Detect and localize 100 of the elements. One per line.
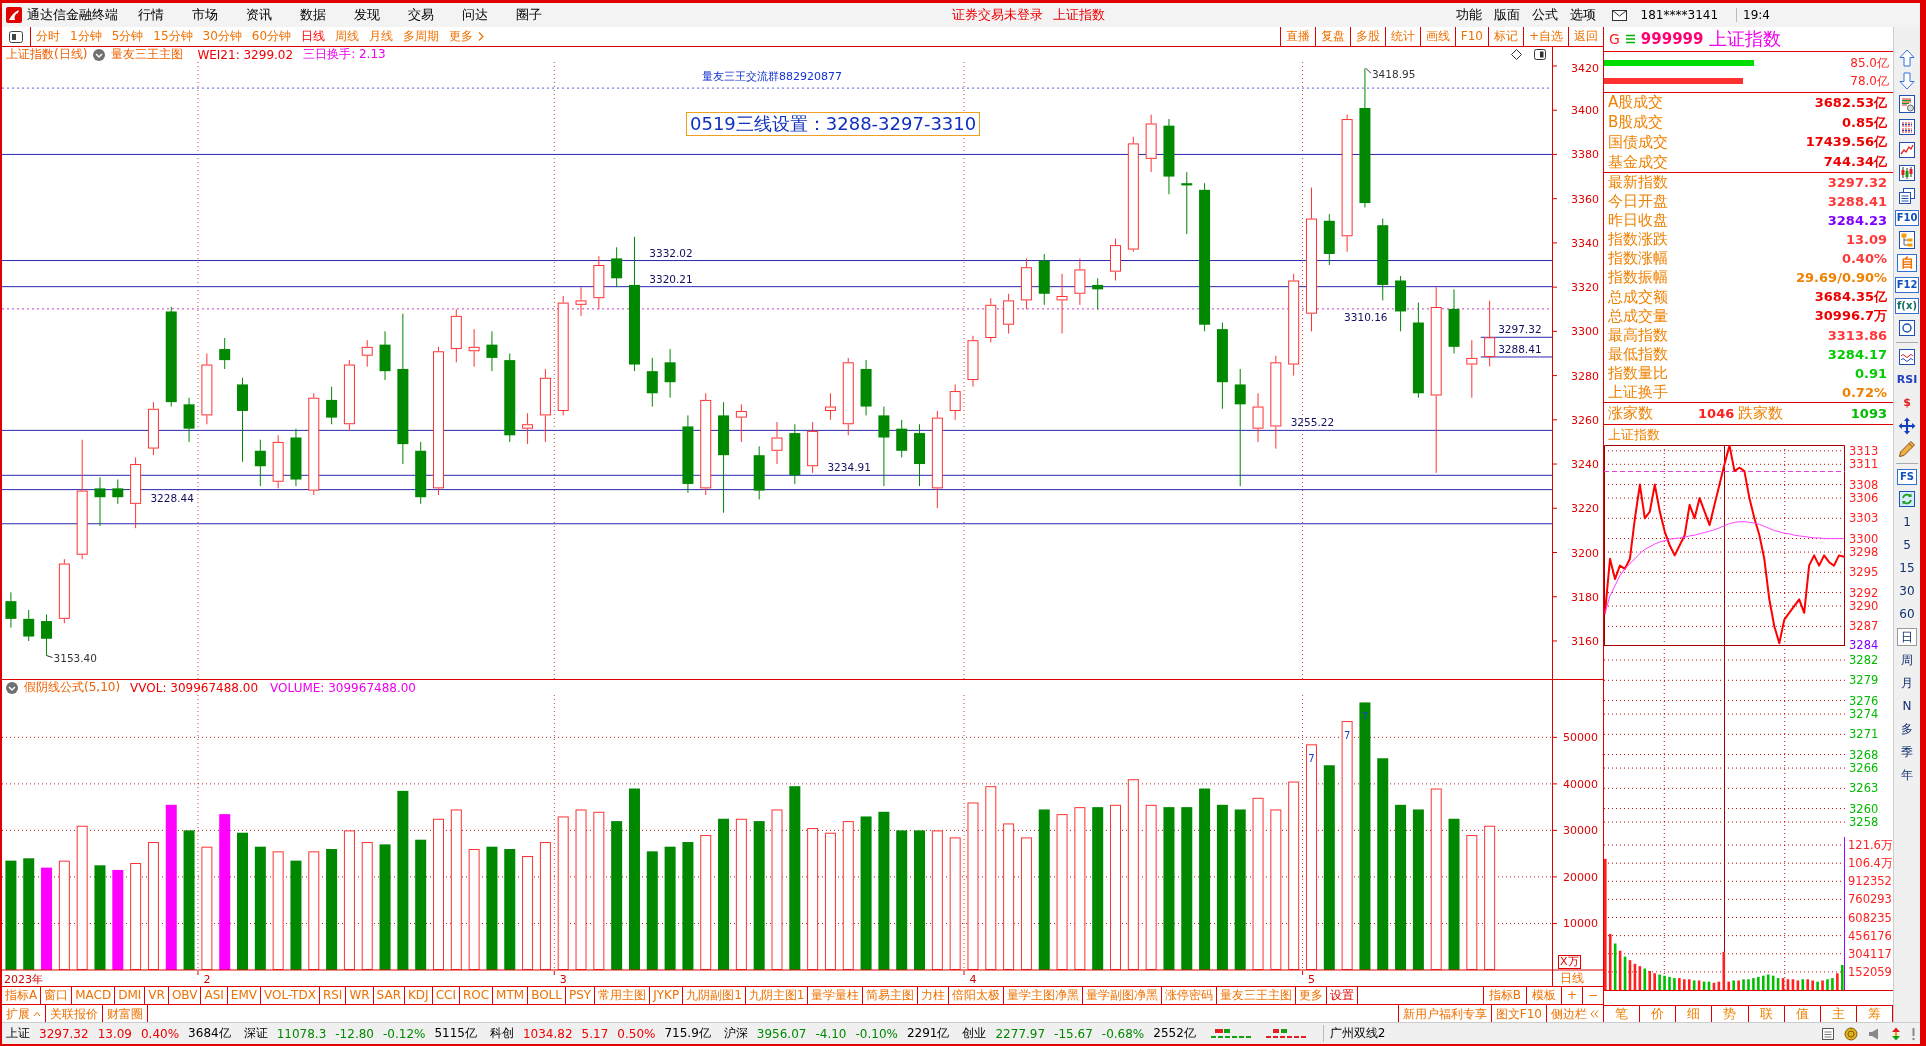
index-change: -15.67 — [1054, 1026, 1093, 1041]
axis-label: 3282 — [1849, 653, 1879, 668]
security-name: 上证指数 — [1709, 27, 1782, 51]
axis-label: 3303 — [1849, 511, 1879, 526]
axis-label: 3340 — [1571, 236, 1599, 250]
stat-value: 17439.56亿 — [1805, 133, 1887, 152]
app-title: 通达信金融终端 — [27, 6, 118, 24]
date-label: 3 — [559, 973, 567, 986]
price-label: 3332.02 — [649, 246, 693, 259]
stat-value: 3297.32 — [1827, 175, 1887, 191]
login-status: 证券交易未登录 — [951, 6, 1043, 24]
axis-label: 3274 — [1849, 707, 1879, 722]
axis-label: 3276 — [1849, 693, 1879, 708]
stat-label: 总成交量 — [1608, 306, 1668, 326]
axis-label: 3260 — [1571, 413, 1599, 427]
stat-value: 3684.35亿 — [1814, 288, 1887, 306]
turnover-amount: 2291亿 — [906, 1025, 950, 1042]
index-price: 3297.32 — [39, 1026, 89, 1041]
chart-title: 上证指数 — [1608, 426, 1660, 444]
axis-label: 3300 — [1571, 325, 1599, 339]
axis-label: 20000 — [1563, 870, 1598, 884]
index-change: 13.09 — [97, 1026, 132, 1041]
market-marker: G — [1609, 31, 1620, 47]
axis-label: 3258 — [1849, 815, 1879, 830]
axis-label: 760293 — [1848, 892, 1892, 907]
turnover-amount: 2552亿 — [1153, 1025, 1196, 1042]
axis-label: 3200 — [1571, 546, 1599, 560]
indicator-value: VOLUME: 309967488.00 — [270, 680, 416, 695]
index-name: 科创 — [489, 1025, 514, 1042]
axis-label: 152059 — [1848, 964, 1892, 979]
stat-label: 指数涨幅 — [1608, 249, 1668, 269]
index-price: 3956.07 — [756, 1026, 807, 1041]
stat-value: 3682.53亿 — [1814, 93, 1887, 112]
turnover-amount: 3684亿 — [188, 1025, 231, 1042]
stat-label: B股成交 — [1608, 113, 1664, 133]
axis-label: 3360 — [1571, 192, 1599, 206]
price-label: 3255.22 — [1290, 416, 1335, 429]
stat-value: 744.34亿 — [1823, 153, 1887, 172]
index-change: 5.17 — [581, 1026, 609, 1041]
date-label: 2 — [203, 973, 211, 986]
stat-value: 0.85亿 — [1841, 113, 1887, 132]
bar-mark: 7 — [1361, 711, 1369, 723]
date-label: 4 — [969, 973, 977, 986]
price-label: 3297.32 — [1498, 323, 1542, 336]
turnover-amount: 5115亿 — [434, 1025, 477, 1042]
axis-label: 40000 — [1563, 777, 1598, 791]
stat-value: 13.09 — [1845, 232, 1887, 248]
stat-value: 0.40% — [1841, 251, 1887, 267]
stat-label: 指数振幅 — [1608, 268, 1668, 288]
chart-title: 上证指数(日线) — [6, 46, 88, 63]
index-percent: 0.50% — [617, 1026, 656, 1041]
indicator-value: 三日换手: 2.13 — [303, 46, 386, 63]
bar-mark: 7 — [1343, 730, 1351, 742]
index-price: 11078.3 — [276, 1026, 327, 1041]
price-label: 3310.16 — [1344, 310, 1388, 323]
stat-label: 最高指数 — [1608, 325, 1668, 345]
stat-value: 1046 — [1698, 406, 1735, 421]
stat-label: 上证换手 — [1608, 382, 1668, 402]
index-percent: -0.68% — [1101, 1026, 1145, 1041]
stat-value: 1093 — [1850, 406, 1887, 421]
price-label: 3320.21 — [649, 272, 693, 285]
price-label: 3153.40 — [46, 651, 97, 664]
unit-label: X万 — [1558, 955, 1581, 969]
price-label: 3288.41 — [1498, 343, 1542, 355]
bar-value: 78.0亿 — [1850, 73, 1889, 89]
stat-label: 基金成交 — [1608, 152, 1668, 172]
stat-value: 0.91 — [1854, 365, 1887, 381]
axis-label: 3240 — [1571, 458, 1599, 472]
stat-value: 3284.23 — [1827, 213, 1887, 229]
stat-label: 国债成交 — [1608, 132, 1668, 152]
index-percent: -0.12% — [382, 1026, 426, 1041]
axis-label: 912352 — [1848, 874, 1892, 889]
period-label: 日线 — [1560, 972, 1584, 985]
price-label: 3228.44 — [150, 491, 194, 504]
stat-label: 今日开盘 — [1608, 192, 1668, 212]
stat-label: 总成交额 — [1608, 287, 1668, 307]
axis-label: 121.6万 — [1848, 838, 1892, 853]
axis-label: 3313 — [1849, 445, 1879, 458]
stat-label: 最新指数 — [1608, 173, 1668, 193]
stat-value: 0.72% — [1841, 384, 1887, 400]
axis-label: 3308 — [1849, 477, 1879, 492]
axis-label: 3290 — [1849, 599, 1879, 614]
axis-label: 3400 — [1571, 104, 1599, 118]
axis-label: 3260 — [1849, 801, 1879, 816]
axis-label: 3160 — [1571, 634, 1599, 648]
axis-label: 608235 — [1848, 910, 1892, 925]
axis-label: 304117 — [1848, 946, 1892, 961]
axis-label: 3292 — [1849, 585, 1879, 600]
axis-label: 3380 — [1571, 148, 1599, 162]
security-code: 999999 — [1640, 30, 1704, 48]
axis-label: 50000 — [1563, 731, 1598, 745]
index-price: 1034.82 — [522, 1026, 573, 1041]
stat-value: 29.69/0.90% — [1796, 270, 1887, 286]
index-name: 创业 — [962, 1025, 987, 1042]
axis-label: 3279 — [1849, 673, 1879, 688]
annotation: 3418.95 — [1371, 68, 1416, 81]
date-label: 5 — [1308, 973, 1315, 986]
turnover-amount: 715.9亿 — [664, 1025, 711, 1042]
stat-label: 指数涨跌 — [1608, 230, 1668, 250]
stat-label: 最低指数 — [1608, 344, 1668, 364]
